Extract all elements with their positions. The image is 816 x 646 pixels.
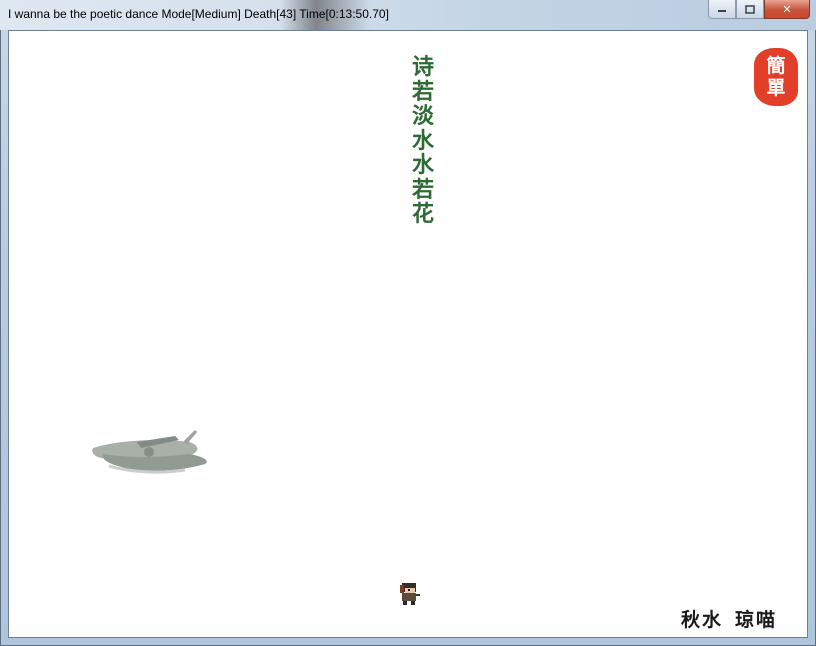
difficulty-seal: 簡 單 xyxy=(754,48,798,106)
poem-column: 诗 若 淡 水 水 若 花 xyxy=(408,55,438,227)
maximize-button[interactable] xyxy=(736,0,764,19)
game-canvas[interactable]: 诗 若 淡 水 水 若 花 簡 單 秋水 琼喵 xyxy=(8,30,808,638)
poem-char: 诗 xyxy=(411,54,434,80)
poem-char: 水 xyxy=(411,127,434,154)
player-kid-sprite[interactable] xyxy=(396,579,422,607)
window-title: I wanna be the poetic dance Mode[Medium]… xyxy=(8,7,389,21)
signature-name-b: 琼喵 xyxy=(735,609,778,631)
poem-char: 若 xyxy=(411,78,434,105)
poem-char: 淡 xyxy=(411,103,434,129)
poem-char: 若 xyxy=(411,176,434,203)
signature-name-a: 秋水 xyxy=(681,609,724,631)
close-icon: ✕ xyxy=(782,2,792,16)
minimize-icon xyxy=(718,10,726,12)
close-button[interactable]: ✕ xyxy=(764,0,810,19)
seal-char: 單 xyxy=(766,77,786,99)
boat-sprite xyxy=(92,430,207,474)
poem-char: 花 xyxy=(411,201,434,227)
game-window: I wanna be the poetic dance Mode[Medium]… xyxy=(0,0,816,646)
author-signature: 秋水 琼喵 xyxy=(681,605,777,632)
maximize-icon xyxy=(745,4,755,14)
poem-char: 水 xyxy=(411,152,434,178)
caption-buttons: ✕ xyxy=(708,0,810,20)
minimize-button[interactable] xyxy=(708,0,736,19)
seal-char: 簡 xyxy=(766,55,786,77)
title-bar[interactable]: I wanna be the poetic dance Mode[Medium]… xyxy=(0,0,816,30)
